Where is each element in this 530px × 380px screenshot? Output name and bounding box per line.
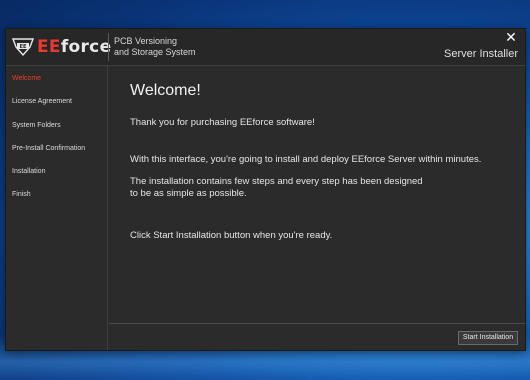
sidebar-item-license-agreement[interactable]: License Agreement (12, 98, 72, 105)
installer-window: EE EEforce PCB Versioning and Storage Sy… (5, 28, 526, 351)
thank-you-text: Thank you for purchasing EEforce softwar… (130, 117, 315, 128)
steps-text-line-1: The installation contains few steps and … (130, 176, 423, 187)
steps-text-line-2: to be as simple as possible. (130, 188, 247, 199)
sidebar-item-pre-install-confirmation[interactable]: Pre-Install Confirmation (12, 145, 85, 152)
instruction-text: Click Start Installation button when you… (130, 230, 333, 241)
welcome-panel: Welcome! Thank you for purchasing EEforc… (109, 66, 525, 323)
steps-sidebar: Welcome License Agreement System Folders… (6, 66, 108, 350)
product-subtitle: PCB Versioning and Storage System (114, 36, 196, 58)
page-title: Welcome! (130, 82, 201, 99)
header-divider (108, 33, 109, 61)
footer-divider (109, 323, 525, 324)
window-header: EE EEforce PCB Versioning and Storage Sy… (6, 29, 525, 66)
close-icon[interactable]: ✕ (503, 30, 519, 46)
sidebar-item-system-folders[interactable]: System Folders (12, 122, 61, 129)
intro-text: With this interface, you're going to ins… (130, 154, 482, 165)
start-installation-button[interactable]: Start Installation (458, 331, 518, 345)
eeforce-logo-icon: EE (12, 38, 34, 56)
brand-name: EEforce (37, 37, 111, 57)
eeforce-logo: EE EEforce (12, 35, 111, 59)
subtitle-line-2: and Storage System (114, 47, 196, 57)
subtitle-line-1: PCB Versioning (114, 36, 178, 46)
svg-text:EE: EE (20, 44, 27, 50)
sidebar-item-installation[interactable]: Installation (12, 168, 45, 175)
installer-title: Server Installer (444, 48, 518, 60)
brand-prefix: EE (37, 37, 61, 57)
brand-suffix: force (60, 37, 112, 57)
sidebar-item-finish[interactable]: Finish (12, 191, 31, 198)
sidebar-item-welcome[interactable]: Welcome (12, 75, 41, 82)
